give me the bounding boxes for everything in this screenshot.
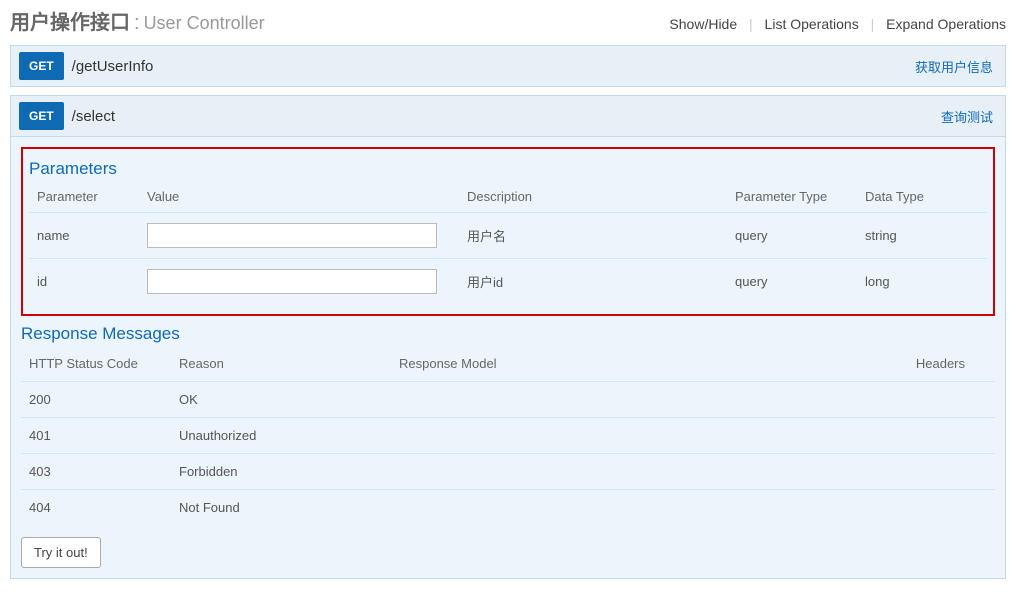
th-model: Response Model — [391, 350, 835, 382]
param-desc: 用户名 — [459, 213, 727, 259]
th-datatype: Data Type — [857, 185, 987, 213]
operation-body: Parameters Parameter Value Description P… — [10, 137, 1006, 579]
th-value: Value — [139, 185, 459, 213]
resp-model — [391, 490, 835, 526]
th-parameter: Parameter — [29, 185, 139, 213]
th-statuscode: HTTP Status Code — [21, 350, 171, 382]
method-badge-get: GET — [19, 102, 64, 130]
operation-row[interactable]: GET /getUserInfo 获取用户信息 — [10, 45, 1006, 87]
operation-getuserinfo: GET /getUserInfo 获取用户信息 — [10, 45, 1006, 87]
swagger-page: 用户操作接口 : User Controller Show/Hide | Lis… — [0, 0, 1016, 611]
expand-operations-link[interactable]: Expand Operations — [886, 16, 1006, 32]
resp-code: 403 — [21, 454, 171, 490]
resp-headers — [835, 418, 995, 454]
resp-model — [391, 382, 835, 418]
pipe-icon: | — [871, 16, 875, 32]
param-value-cell — [139, 259, 459, 305]
th-headers: Headers — [835, 350, 995, 382]
param-name: name — [29, 213, 139, 259]
controller-actions: Show/Hide | List Operations | Expand Ope… — [669, 16, 1006, 32]
controller-name[interactable]: 用户操作接口 — [10, 6, 130, 35]
table-row: id 用户id query long — [29, 259, 987, 305]
th-reason: Reason — [171, 350, 391, 382]
resp-code: 401 — [21, 418, 171, 454]
response-table: HTTP Status Code Reason Response Model H… — [21, 350, 995, 525]
table-row: 401 Unauthorized — [21, 418, 995, 454]
operation-path[interactable]: /getUserInfo — [72, 58, 915, 75]
param-input-name[interactable] — [147, 223, 437, 248]
try-it-out-button[interactable]: Try it out! — [21, 537, 101, 568]
table-row: name 用户名 query string — [29, 213, 987, 259]
parameters-title: Parameters — [29, 155, 987, 185]
param-datatype: long — [857, 259, 987, 305]
table-row: 404 Not Found — [21, 490, 995, 526]
resp-model — [391, 418, 835, 454]
resp-headers — [835, 490, 995, 526]
method-badge-get: GET — [19, 52, 64, 80]
resp-headers — [835, 454, 995, 490]
resp-code: 200 — [21, 382, 171, 418]
param-name: id — [29, 259, 139, 305]
controller-sep: : — [134, 12, 140, 35]
parameters-section: Parameters Parameter Value Description P… — [21, 147, 995, 316]
resp-reason: Forbidden — [171, 454, 391, 490]
operation-path[interactable]: /select — [72, 108, 941, 125]
resp-reason: Unauthorized — [171, 418, 391, 454]
resp-reason: Not Found — [171, 490, 391, 526]
operation-row[interactable]: GET /select 查询测试 — [10, 95, 1006, 137]
table-row: 403 Forbidden — [21, 454, 995, 490]
param-datatype: string — [857, 213, 987, 259]
response-section: Response Messages HTTP Status Code Reaso… — [21, 316, 995, 568]
response-title: Response Messages — [21, 320, 995, 350]
controller-header: 用户操作接口 : User Controller Show/Hide | Lis… — [10, 0, 1006, 45]
parameters-table: Parameter Value Description Parameter Ty… — [29, 185, 987, 304]
resp-headers — [835, 382, 995, 418]
resp-model — [391, 454, 835, 490]
resp-code: 404 — [21, 490, 171, 526]
showhide-link[interactable]: Show/Hide — [669, 16, 737, 32]
table-row: 200 OK — [21, 382, 995, 418]
pipe-icon: | — [749, 16, 753, 32]
param-desc: 用户id — [459, 259, 727, 305]
operation-summary[interactable]: 查询测试 — [941, 107, 993, 126]
controller-desc: User Controller — [144, 13, 265, 34]
th-description: Description — [459, 185, 727, 213]
operation-select: GET /select 查询测试 Parameters Parameter Va… — [10, 95, 1006, 579]
resp-reason: OK — [171, 382, 391, 418]
list-operations-link[interactable]: List Operations — [765, 16, 859, 32]
param-input-id[interactable] — [147, 269, 437, 294]
param-type: query — [727, 213, 857, 259]
operation-summary[interactable]: 获取用户信息 — [915, 57, 993, 76]
param-type: query — [727, 259, 857, 305]
param-value-cell — [139, 213, 459, 259]
th-paramtype: Parameter Type — [727, 185, 857, 213]
